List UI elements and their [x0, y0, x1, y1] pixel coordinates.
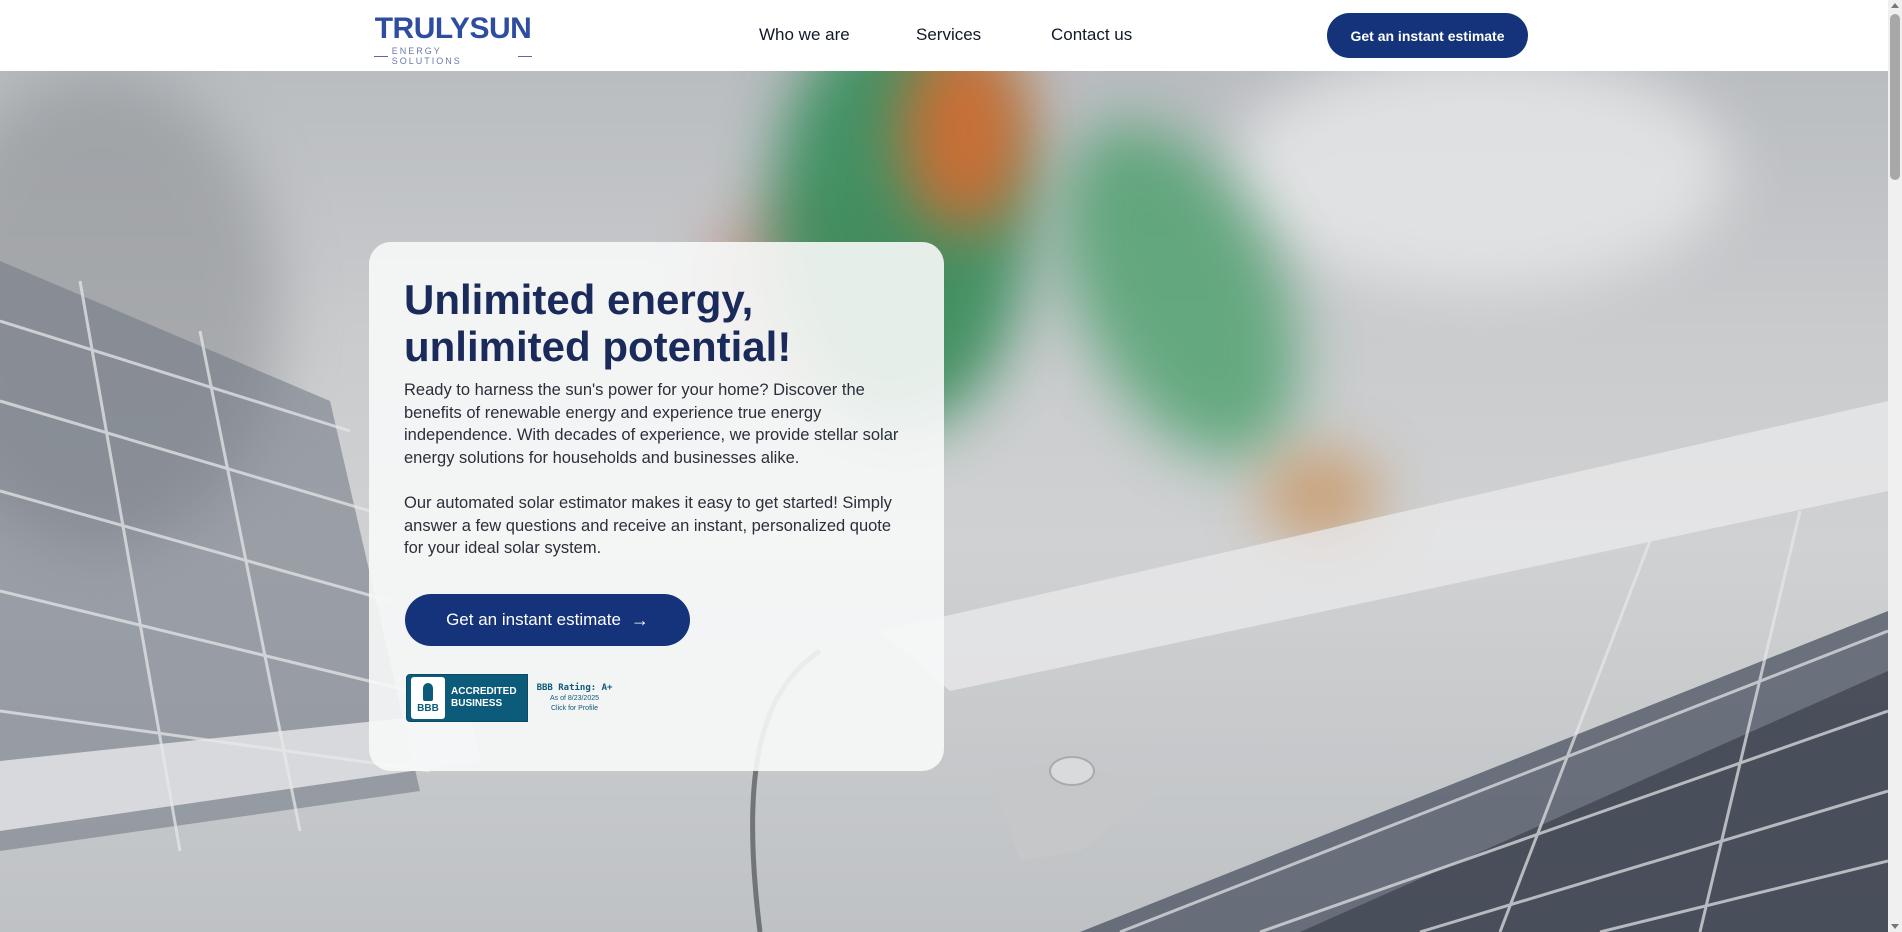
page-scrollbar[interactable] [1888, 0, 1902, 932]
hero-estimator-paragraph: Our automated solar estimator makes it e… [404, 494, 892, 557]
trulysun-logo[interactable]: TRULYSUN ENERGY SOLUTIONS [374, 12, 532, 66]
hero-intro-paragraph: Ready to harness the sun's power for you… [404, 381, 899, 467]
solar-panels-image [0, 261, 1888, 932]
bbb-accredited-text: ACCREDITED BUSINESS [451, 686, 517, 710]
nav-contact-us[interactable]: Contact us [1051, 24, 1132, 46]
scroll-thumb[interactable] [1890, 14, 1900, 180]
site-header: TRULYSUN ENERGY SOLUTIONS Who we are Ser… [0, 0, 1888, 71]
logo-wordmark: TRULYSUN [374, 12, 532, 45]
hero-card: Unlimited energy, unlimited potential! R… [369, 242, 944, 771]
logo-tagline: ENERGY SOLUTIONS [374, 46, 532, 66]
hero-title: Unlimited energy, unlimited potential! [404, 276, 924, 370]
bbb-accredited-line2: BUSINESS [451, 698, 503, 709]
bbb-seal-text: BBB [417, 702, 439, 714]
hero-title-line2: unlimited potential! [404, 323, 792, 370]
header-estimate-button[interactable]: Get an instant estimate [1327, 13, 1528, 58]
hero-background [0, 71, 1888, 932]
scroll-down-icon[interactable] [1891, 924, 1899, 929]
logo-tagline-text: ENERGY SOLUTIONS [391, 46, 462, 66]
bbb-rating-panel: BBB Rating: A+ As of 8/23/2025 Click for… [528, 674, 621, 722]
bbb-rating-date: As of 8/23/2025 [549, 695, 600, 702]
nav-services[interactable]: Services [916, 24, 981, 46]
scroll-up-icon[interactable] [1891, 3, 1899, 8]
bbb-rating: BBB Rating: A+ [536, 683, 613, 693]
hero-estimate-label: Get an instant estimate [446, 610, 621, 629]
hero-title-line1: Unlimited energy, [404, 276, 754, 323]
bbb-profile-link: Click for Profile [550, 705, 599, 712]
bbb-torch-icon: BBB [411, 677, 445, 719]
bbb-accredited-badge[interactable]: BBB ACCREDITED BUSINESS BBB Rating: A+ A… [406, 674, 621, 722]
bbb-accredited-line1: ACCREDITED [451, 686, 517, 697]
hero-estimate-button[interactable]: Get an instant estimate → [405, 594, 690, 646]
bbb-seal-panel: BBB ACCREDITED BUSINESS [406, 674, 528, 722]
arrow-right-icon: → [630, 609, 649, 630]
nav-who-we-are[interactable]: Who we are [759, 24, 850, 46]
